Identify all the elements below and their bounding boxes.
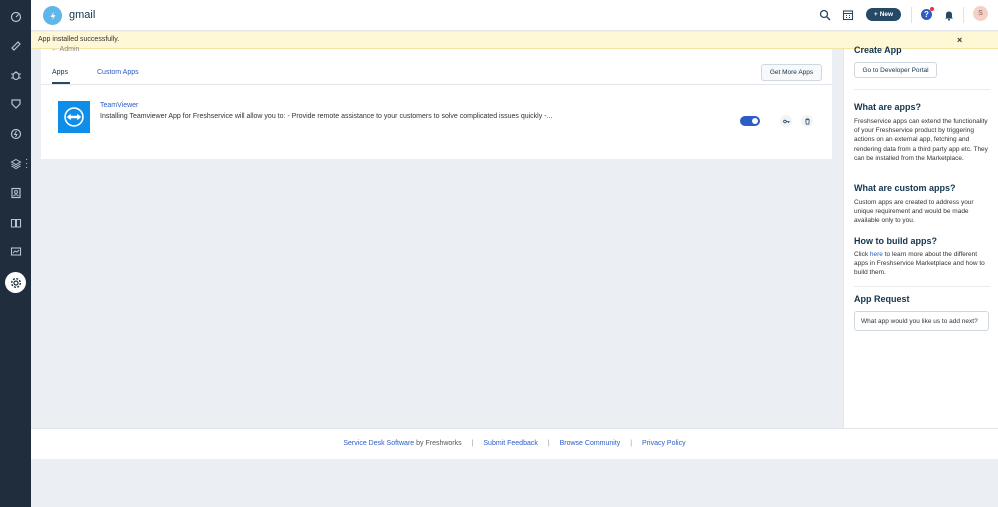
build-apps-heading: How to build apps?	[854, 236, 937, 246]
installed-app-row: TeamViewer Installing Teamviewer App for…	[41, 99, 832, 137]
header-divider	[963, 7, 964, 23]
workspace-name[interactable]: gmail	[69, 9, 95, 21]
plus-icon: +	[873, 11, 878, 18]
build-apps-text: Click here to learn more about the diffe…	[854, 250, 990, 278]
active-tab-indicator	[52, 82, 70, 84]
dashboard-icon[interactable]	[5, 6, 26, 27]
releases-icon[interactable]	[5, 123, 26, 144]
footer-separator: |	[630, 440, 633, 447]
apps-tabs: Apps Custom Apps	[41, 66, 832, 85]
privacy-policy-link[interactable]: Privacy Policy	[642, 440, 686, 447]
success-toast: App installed successfully. ×	[31, 32, 998, 49]
more-options-icon[interactable]: · · ·	[25, 155, 29, 173]
teamviewer-logo-icon	[58, 101, 90, 133]
app-request-heading: App Request	[854, 294, 910, 304]
assets-icon[interactable]	[5, 153, 26, 174]
tab-custom-apps[interactable]: Custom Apps	[97, 69, 139, 76]
footer-separator: |	[547, 440, 550, 447]
create-app-heading: Create App	[854, 45, 902, 55]
developer-portal-button[interactable]: Go to Developer Portal	[854, 62, 937, 78]
divider	[854, 89, 990, 90]
new-button[interactable]: + New	[866, 8, 901, 21]
footer-separator: |	[471, 440, 474, 447]
tickets-icon[interactable]	[5, 35, 26, 56]
workspace-logo-icon[interactable]	[43, 6, 62, 25]
calendar-icon[interactable]	[841, 8, 855, 22]
info-sidebar: Create App Go to Developer Portal What a…	[843, 45, 998, 428]
changes-icon[interactable]	[5, 93, 26, 114]
key-icon[interactable]	[780, 115, 792, 127]
notification-dot	[930, 7, 934, 11]
what-are-apps-heading: What are apps?	[854, 102, 922, 112]
close-icon[interactable]: ×	[957, 35, 962, 45]
page-footer: Service Desk Software by Freshworks | Su…	[31, 428, 998, 459]
tab-apps[interactable]: Apps	[52, 69, 68, 76]
app-name-link[interactable]: TeamViewer	[100, 102, 138, 109]
left-sidebar: · · ·	[0, 0, 31, 507]
problems-icon[interactable]	[5, 64, 26, 85]
divider	[854, 286, 990, 287]
app-description: Installing Teamviewer App for Freshservi…	[100, 113, 553, 120]
get-more-apps-button[interactable]: Get More Apps	[761, 64, 822, 81]
toggle-knob	[752, 118, 758, 124]
what-are-apps-text: Freshservice apps can extend the functio…	[854, 118, 988, 162]
footer-links: Service Desk Software by Freshworks | Su…	[31, 440, 998, 447]
top-header: gmail + New ? S	[31, 0, 998, 31]
app-enable-toggle[interactable]	[740, 116, 760, 126]
header-divider	[911, 7, 912, 23]
reports-icon[interactable]	[5, 241, 26, 262]
browse-community-link[interactable]: Browse Community	[560, 440, 621, 447]
apps-panel: ← Admin Apps Custom Apps Get More Apps T…	[41, 46, 832, 159]
custom-apps-heading: What are custom apps?	[854, 183, 956, 193]
footer-by-text: by Freshworks	[414, 440, 462, 447]
submit-feedback-link[interactable]: Submit Feedback	[483, 440, 537, 447]
build-apps-here-link[interactable]: here	[870, 251, 883, 258]
bell-icon[interactable]	[942, 8, 956, 22]
search-icon[interactable]	[818, 8, 832, 22]
solutions-icon[interactable]	[5, 212, 26, 233]
trash-icon[interactable]	[801, 115, 813, 127]
custom-apps-text: Custom apps are created to address your …	[854, 199, 974, 225]
contacts-icon[interactable]	[5, 182, 26, 203]
admin-settings-icon[interactable]	[5, 272, 26, 293]
user-avatar[interactable]: S	[973, 6, 988, 21]
breadcrumb[interactable]: ← Admin	[51, 46, 79, 53]
build-apps-prefix: Click	[854, 251, 870, 258]
service-desk-software-link[interactable]: Service Desk Software	[343, 440, 414, 447]
toast-message: App installed successfully.	[38, 36, 120, 43]
new-button-label: New	[879, 11, 894, 18]
app-request-input[interactable]	[854, 311, 989, 331]
